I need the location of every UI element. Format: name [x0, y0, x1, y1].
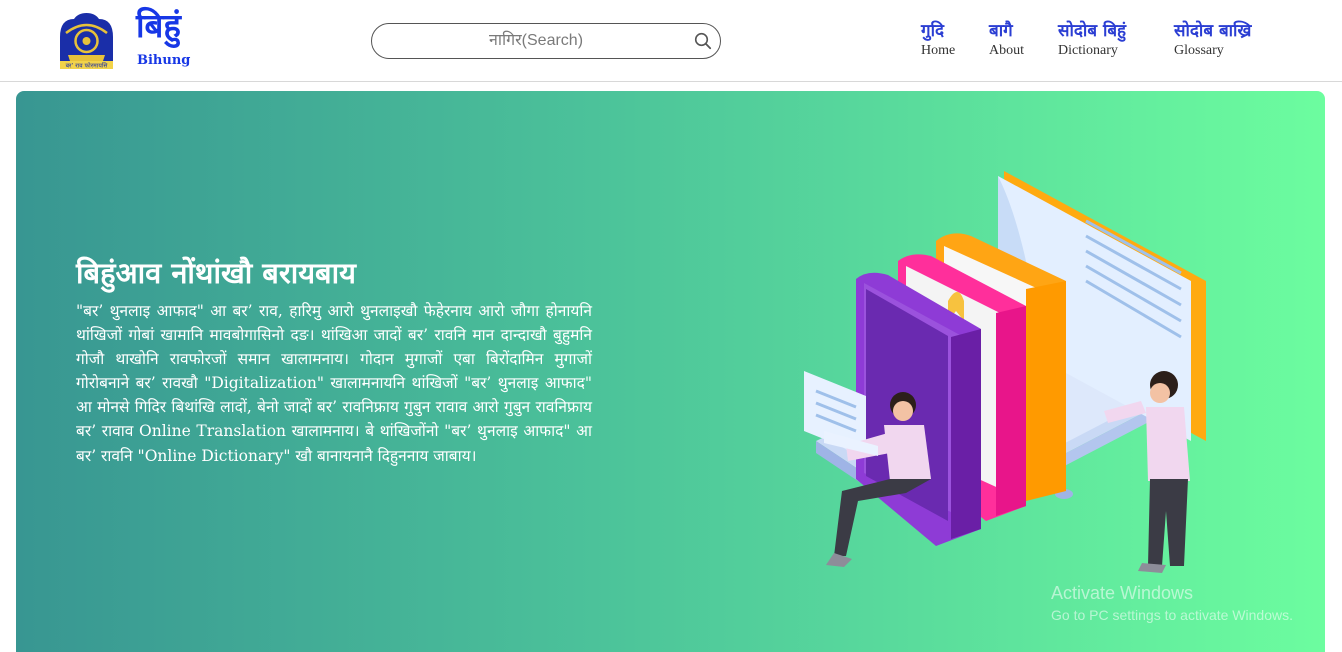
activate-windows-watermark: Activate Windows Go to PC settings to ac…	[1051, 582, 1293, 626]
nav-about-sublabel[interactable]: About	[989, 43, 1024, 59]
hero-description: "बर’ थुनलाइ आफाद" आ बर’ राव, हारिमु आरो …	[76, 302, 592, 465]
search-icon[interactable]	[694, 32, 712, 50]
nav-home-label[interactable]: गुदि	[921, 19, 955, 43]
nav-home-sublabel[interactable]: Home	[921, 43, 955, 59]
watermark-title: Activate Windows	[1051, 583, 1194, 603]
nav-about-label[interactable]: बागै	[989, 19, 1024, 43]
nav-dictionary-sublabel[interactable]: Dictionary	[1058, 43, 1126, 59]
nav-about[interactable]: बागै About	[989, 19, 1024, 59]
nav-glossary[interactable]: सोदोब बाख्रि Glossary	[1174, 19, 1251, 59]
hero-banner: बिहुंआव नोंथांखौ बरायबाय "बर’ थुनलाइ आफा…	[16, 91, 1325, 652]
nav-dictionary[interactable]: सोदोब बिहुं Dictionary	[1058, 19, 1126, 59]
brand-name[interactable]: बिहुं	[136, 6, 181, 46]
nav-glossary-label[interactable]: सोदोब बाख्रि	[1174, 19, 1251, 43]
watermark-subtitle: Go to PC settings to activate Windows.	[1051, 607, 1293, 623]
nav-dictionary-label[interactable]: सोदोब बिहुं	[1058, 19, 1126, 43]
sahitya-sabha-emblem-logo[interactable]: बर’ राव फोरमायसि	[56, 11, 117, 71]
nav-home[interactable]: गुदि Home	[921, 19, 955, 59]
svg-text:बर’ राव फोरमायसि: बर’ राव फोरमायसि	[66, 62, 109, 70]
brand-subtitle[interactable]: Bihung	[137, 53, 190, 68]
nav-glossary-sublabel[interactable]: Glossary	[1174, 43, 1251, 59]
search-box[interactable]	[371, 23, 721, 59]
site-header: बर’ राव फोरमायसि बिहुं Bihung गुदि Home …	[0, 0, 1342, 82]
search-input[interactable]	[386, 28, 686, 54]
hero-title: बिहुंआव नोंथांखौ बरायबाय	[76, 256, 356, 290]
books-and-readers-illustration	[804, 171, 1206, 573]
